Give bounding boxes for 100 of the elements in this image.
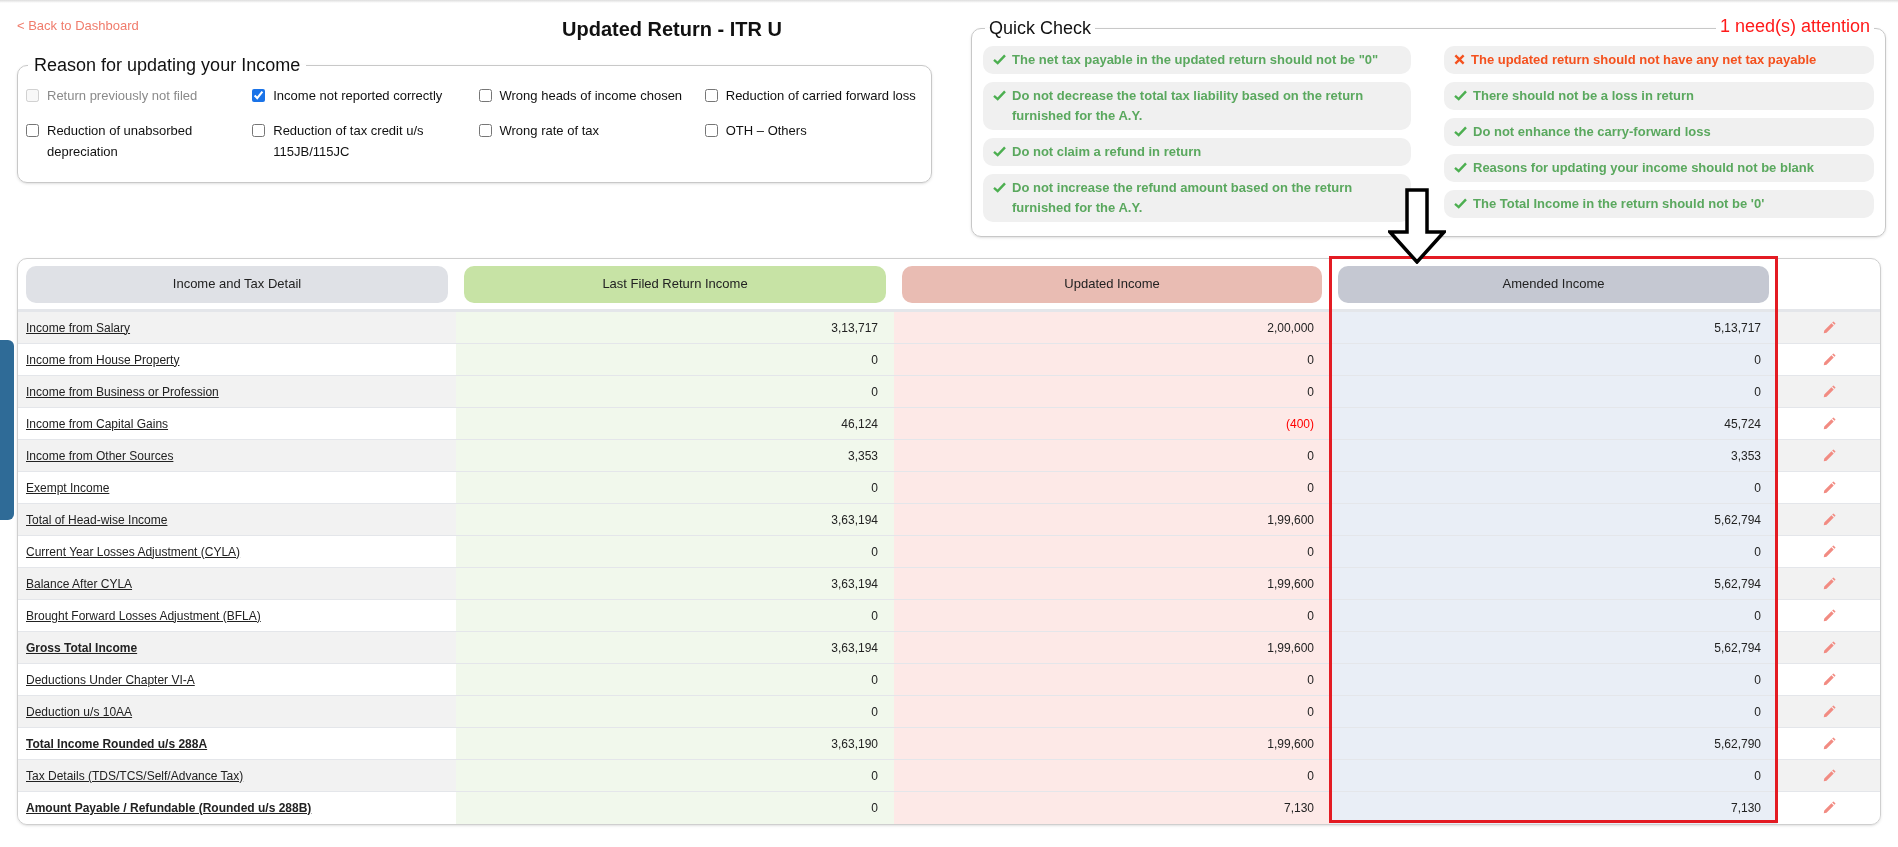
column-header: Last Filed Return Income [464,265,886,303]
reason-label: Wrong rate of tax [499,122,599,140]
row-label-link[interactable]: Deductions Under Chapter VI-A [26,670,195,689]
table-cell: 0 [894,696,1330,727]
row-label-link[interactable]: Total Income Rounded u/s 288A [26,734,208,753]
table-cell: 0 [1330,760,1777,791]
edit-icon[interactable] [1821,608,1836,623]
table-cell: 0 [1330,376,1777,407]
table-cell: 0 [456,792,894,824]
check-text: Reasons for updating your income should not be blank [1473,159,1814,177]
row-label-link[interactable]: Brought Forward Losses Adjustment (BFLA) [26,606,261,625]
table-cell: 0 [456,664,894,695]
edit-icon[interactable] [1821,480,1836,495]
table-cell: 1,99,600 [894,632,1330,663]
edit-icon[interactable] [1821,416,1836,431]
reason-label: Return previously not filed [47,87,198,105]
check-text: The updated return should not have any net tax payable [1471,51,1817,69]
table-cell: 0 [894,344,1330,375]
table-cell: 0 [1330,600,1777,631]
row-label-link[interactable]: Income from House Property [26,350,180,369]
table-cell: 1,99,600 [894,568,1330,599]
check-text: The net tax payable in the updated return should not be "0" [1012,51,1379,69]
table-cell: 0 [456,600,894,631]
table-cell: 46,124 [456,408,894,439]
reason-checkbox[interactable] [26,124,39,137]
edit-icon[interactable] [1821,704,1836,719]
check-text: Do not decrease the total tax liability based on the return furnished for the A.Y. [1012,87,1365,125]
table-cell: 0 [456,344,894,375]
edit-icon[interactable] [1821,544,1836,559]
reason-checkbox[interactable] [478,89,492,102]
reason-label: OTH – Others [725,122,807,140]
column-header: Amended Income [1338,265,1769,303]
edit-icon[interactable] [1821,672,1836,687]
table-cell: 0 [456,696,894,727]
table-cell: 0 [894,440,1330,471]
section-title: Quick Check [988,17,1093,40]
table-cell: 5,13,717 [1330,312,1777,343]
check-text: Do not enhance the carry-forward loss [1473,123,1711,141]
row-label-link[interactable]: Income from Salary [26,318,131,337]
reason-label: Reduction of carried forward loss [725,87,916,105]
row-label-link[interactable]: Gross Total Income [26,638,138,657]
table-cell: 5,62,794 [1330,632,1777,663]
table-cell: 0 [894,600,1330,631]
check-text: The Total Income in the return should not be '0' [1473,195,1765,213]
table-cell: 0 [894,760,1330,791]
page-title: Updated Return - ITR U [562,17,782,42]
table-cell: 0 [894,472,1330,503]
table-cell: 0 [1330,664,1777,695]
table-cell: 3,353 [456,440,894,471]
column-header: Updated Income [902,265,1322,303]
check-text: There should not be a loss in return [1473,87,1695,105]
table-cell: 5,62,790 [1330,728,1777,759]
table-cell: 0 [894,664,1330,695]
row-label-link[interactable]: Exempt Income [26,478,110,497]
reason-label: Wrong heads of income chosen [499,87,683,105]
edit-icon[interactable] [1821,320,1836,335]
table-cell: 0 [456,536,894,567]
table-cell: 5,62,794 [1330,504,1777,535]
row-label-link[interactable]: Total of Head-wise Income [26,510,168,529]
reason-checkbox[interactable] [478,124,492,137]
table-cell: 0 [1330,344,1777,375]
table-cell: 7,130 [894,792,1330,824]
reason-label: Reduction of tax credit u/s 115JB/115JC [273,122,425,161]
reason-label: Income not reported correctly [273,87,443,105]
edit-icon[interactable] [1821,736,1836,751]
row-label-link[interactable]: Amount Payable / Refundable (Rounded u/s 288B) [26,799,312,817]
table-cell: 0 [456,376,894,407]
row-label-link[interactable]: Deduction u/s 10AA [26,702,133,721]
edit-icon[interactable] [1821,640,1836,655]
table-cell: 0 [1330,536,1777,567]
edit-icon[interactable] [1821,352,1836,367]
table-cell: 3,13,717 [456,312,894,343]
row-label-link[interactable]: Current Year Losses Adjustment (CYLA) [26,542,241,561]
row-label-link[interactable]: Income from Capital Gains [26,414,169,433]
column-header: Income and Tax Detail [26,265,448,303]
table-cell: 3,63,194 [456,504,894,535]
edit-icon[interactable] [1821,512,1836,527]
edit-icon[interactable] [1821,576,1836,591]
reason-checkbox[interactable] [704,89,718,102]
section-title: Reason for updating your Income [33,54,302,77]
table-cell: (400) [894,408,1330,439]
table-cell: 3,63,190 [456,728,894,759]
table-cell: 1,99,600 [894,504,1330,535]
reason-checkbox[interactable] [704,124,718,137]
edit-icon[interactable] [1821,384,1836,399]
reason-checkbox[interactable] [252,124,266,137]
table-cell: 1,99,600 [894,728,1330,759]
edit-icon[interactable] [1821,448,1836,463]
table-cell: 0 [1330,696,1777,727]
table-cell: 0 [894,376,1330,407]
table-cell: 0 [456,472,894,503]
table-cell: 3,353 [1330,440,1777,471]
row-label-link[interactable]: Balance After CYLA [26,574,133,593]
edit-icon[interactable] [1821,768,1836,783]
reason-checkbox[interactable] [252,89,266,102]
table-cell: 2,00,000 [894,312,1330,343]
check-text: Do not increase the refund amount based on the return furnished for the A.Y. [1012,179,1354,217]
table-cell: 0 [456,760,894,791]
table-cell: 45,724 [1330,408,1777,439]
edit-icon[interactable] [1821,801,1836,815]
